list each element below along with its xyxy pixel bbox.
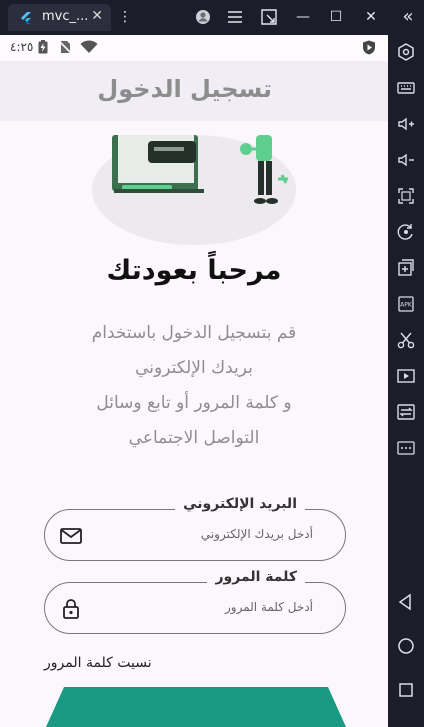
menu-dots-icon[interactable]: ⋮ (116, 8, 134, 26)
sync-icon[interactable] (396, 402, 416, 422)
lock-icon (63, 599, 79, 619)
tab-title: mvc_... (42, 9, 89, 24)
volume-down-icon[interactable] (396, 150, 416, 170)
phone-screen: ٤:٢٥ تسجيل الدخول مرحباً بعودتك قم بتسجي… (0, 35, 388, 727)
password-field[interactable]: كلمة المرور أدخل كلمة المرور (44, 569, 346, 634)
forgot-password-link[interactable]: نسيت كلمة المرور (44, 655, 152, 671)
fullscreen-icon[interactable] (396, 186, 416, 206)
login-button[interactable] (46, 687, 346, 727)
description-line: قم بتسجيل الدخول باستخدام (91, 323, 297, 343)
login-illustration (92, 135, 296, 245)
app-tab[interactable]: mvc_... ✕ (8, 4, 111, 31)
description-line: بريدك الإلكتروني (135, 358, 253, 378)
password-label: كلمة المرور (207, 569, 305, 585)
account-icon[interactable] (194, 8, 212, 26)
close-window-icon[interactable]: ✕ (362, 8, 380, 26)
shield-play-icon (363, 40, 375, 55)
minimize-icon[interactable]: — (294, 8, 312, 26)
more-options-icon[interactable] (396, 438, 416, 458)
collapse-sidebar-icon[interactable]: « (399, 8, 417, 26)
maximize-icon[interactable]: ☐ (327, 8, 345, 26)
tab-close-icon[interactable]: ✕ (91, 8, 103, 24)
flutter-icon (21, 12, 31, 24)
description-line: و كلمة المرور أو تابع وسائل (96, 393, 292, 413)
home-icon[interactable] (396, 636, 416, 656)
volume-up-icon[interactable] (396, 114, 416, 134)
media-icon[interactable] (396, 366, 416, 386)
welcome-title: مرحباً بعودتك (106, 255, 282, 286)
password-input[interactable]: أدخل كلمة المرور (225, 600, 313, 614)
emulator-title-bar: mvc_... ✕ ⋮ — ☐ ✕ « (0, 0, 424, 35)
status-bar: ٤:٢٥ (0, 35, 388, 61)
battery-charging-icon (38, 40, 48, 54)
no-sim-icon (58, 40, 72, 54)
scissors-icon[interactable] (396, 330, 416, 350)
hamburger-menu-icon[interactable] (226, 8, 244, 26)
welcome-description: قم بتسجيل الدخول باستخدام بريدك الإلكترو… (60, 316, 328, 456)
description-line: التواصل الاجتماعي (128, 428, 260, 448)
email-field[interactable]: البريد الإلكتروني أدخل بريدك الإلكتروني (44, 496, 346, 561)
settings-hex-icon[interactable] (396, 42, 416, 62)
page-title: تسجيل الدخول (97, 75, 272, 103)
add-window-icon[interactable] (396, 258, 416, 278)
emulator-sidebar: APK (388, 35, 424, 727)
keyboard-icon[interactable] (396, 78, 416, 98)
rotate-icon[interactable] (396, 222, 416, 242)
wifi-icon (80, 40, 98, 53)
email-input[interactable]: أدخل بريدك الإلكتروني (201, 527, 313, 541)
status-time: ٤:٢٥ (10, 40, 34, 54)
mail-icon (60, 528, 82, 544)
svg-text:APK: APK (400, 302, 413, 309)
back-icon[interactable] (396, 592, 416, 612)
screen-capture-icon[interactable] (260, 8, 278, 26)
apk-install-icon[interactable]: APK (396, 294, 416, 314)
email-label: البريد الإلكتروني (175, 496, 305, 512)
app-bar: تسجيل الدخول (0, 61, 388, 121)
recents-icon[interactable] (396, 680, 416, 700)
